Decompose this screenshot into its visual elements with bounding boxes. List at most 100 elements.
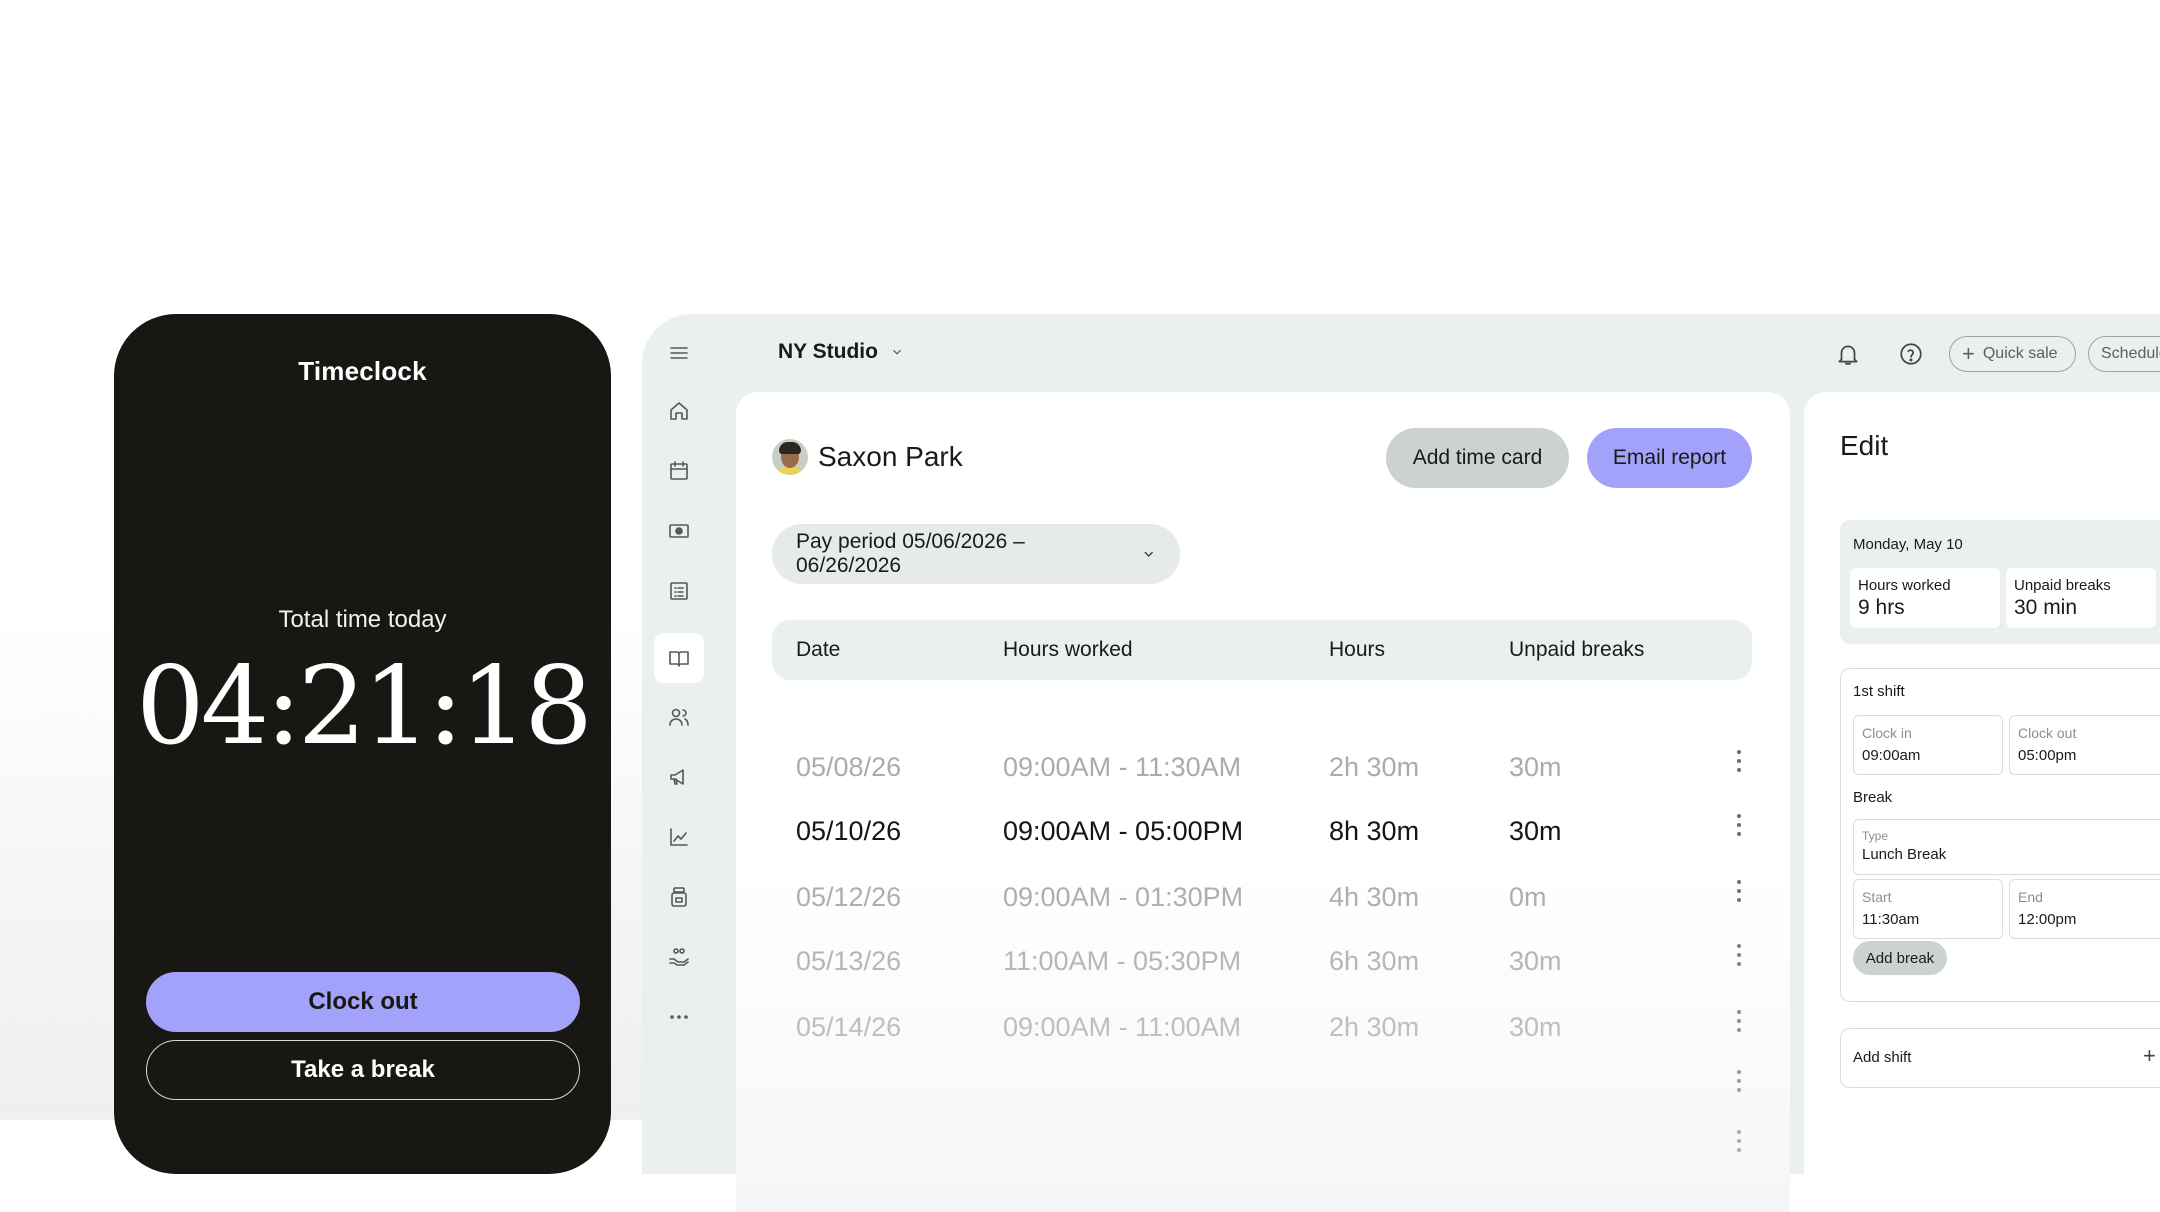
- hand-icon: [669, 948, 689, 966]
- field-value: 12:00pm: [2018, 911, 2077, 928]
- row-menu-icon[interactable]: [1736, 880, 1742, 904]
- timecard-panel: Saxon Park Add time card Email report Pa…: [736, 392, 1790, 1212]
- app-window: NY Studio + Quick sale Schedule Saxon Pa…: [642, 314, 2160, 1212]
- table-row[interactable]: 05/10/26 09:00AM - 05:00PM 8h 30m 30m: [736, 802, 1790, 862]
- home-icon: [670, 402, 688, 420]
- sidebar-item-timecards[interactable]: [654, 633, 704, 683]
- people-icon: [669, 708, 689, 726]
- phone-title: Timeclock: [298, 356, 427, 386]
- stat-label: Hours worked: [1858, 577, 1951, 594]
- location-selector[interactable]: NY Studio: [778, 340, 904, 364]
- sidebar-item-products[interactable]: [654, 872, 704, 922]
- sidebar-item-more[interactable]: [654, 992, 704, 1042]
- book-icon: [669, 651, 689, 667]
- chevron-down-icon: [1143, 551, 1153, 557]
- total-time-label: Total time today: [278, 606, 447, 633]
- field-value: 11:30am: [1862, 911, 1920, 928]
- cell-date: 05/14/26: [796, 1012, 902, 1042]
- sidebar-item-payments[interactable]: [654, 506, 704, 556]
- field-label: Type: [1862, 829, 1889, 843]
- email-report-button[interactable]: Email report: [1587, 428, 1752, 488]
- cell-unpaid-breaks: 30m: [1509, 752, 1562, 782]
- field-label: Clock in: [1862, 725, 1912, 741]
- row-menu-icon[interactable]: [1736, 944, 1742, 968]
- column-hours: Hours: [1329, 638, 1386, 661]
- break-label: Break: [1853, 789, 1893, 806]
- day-summary: Monday, May 10 Hours worked 9 hrs Unpaid…: [1840, 520, 2160, 644]
- field-label: End: [2018, 889, 2043, 905]
- row-menu-icon[interactable]: [1736, 814, 1742, 838]
- money-icon: [669, 524, 689, 538]
- stat-value: 9 hrs: [1858, 596, 1905, 619]
- cell-date: 05/13/26: [796, 946, 902, 976]
- sidebar-item-list[interactable]: [654, 566, 704, 616]
- break-start-field[interactable]: Start 11:30am: [1853, 879, 2003, 939]
- sidebar-item-people[interactable]: [654, 692, 704, 742]
- sidebar-item-calendar[interactable]: [654, 446, 704, 496]
- table-row[interactable]: 05/14/26 09:00AM - 11:00AM 2h 30m 30m: [736, 998, 1790, 1058]
- clock-out-field[interactable]: Clock out 05:00pm: [2009, 715, 2160, 775]
- clock-in-field[interactable]: Clock in 09:00am: [1853, 715, 2003, 775]
- row-menu-icon[interactable]: [1736, 1010, 1742, 1034]
- more-icon: [670, 1015, 688, 1019]
- help-button[interactable]: [1895, 338, 1927, 370]
- break-end-field[interactable]: End 12:00pm: [2009, 879, 2160, 939]
- cell-hours-worked: 09:00AM - 01:30PM: [1003, 882, 1244, 912]
- pay-period-label: Pay period 05/06/2026 – 06/26/2026: [796, 530, 1025, 577]
- add-time-card-button[interactable]: Add time card: [1386, 428, 1569, 488]
- pay-period-dropdown[interactable]: Pay period 05/06/2026 – 06/26/2026: [772, 524, 1180, 584]
- cell-date: 05/12/26: [796, 882, 902, 912]
- sidebar-item-clients[interactable]: [654, 932, 704, 982]
- row-menu-icon[interactable]: [1736, 1130, 1742, 1154]
- cell-hours: 8h 30m: [1329, 816, 1420, 846]
- cell-hours: 6h 30m: [1329, 946, 1420, 976]
- timeclock-phone: Timeclock Total time today 04:21:18 Cloc…: [114, 314, 611, 1174]
- add-break-button[interactable]: Add break: [1853, 941, 1947, 975]
- sidebar-item-marketing[interactable]: [654, 752, 704, 802]
- cell-hours-worked: 11:00AM - 05:30PM: [1003, 946, 1242, 976]
- table-row-empty[interactable]: [736, 1118, 1790, 1178]
- break-type-field[interactable]: Type Lunch Break: [1853, 819, 2160, 875]
- add-shift-button[interactable]: Add shift +: [1840, 1028, 2160, 1088]
- quick-sale-button[interactable]: + Quick sale: [1949, 336, 2076, 372]
- row-menu-icon[interactable]: [1736, 750, 1742, 774]
- table-row[interactable]: 05/08/26 09:00AM - 11:30AM 2h 30m 30m: [736, 738, 1790, 798]
- field-label: Start: [1862, 889, 1892, 905]
- notifications-button[interactable]: [1832, 338, 1864, 370]
- calendar-icon: [670, 461, 688, 480]
- employee-name: Saxon Park: [818, 441, 963, 472]
- schedule-button[interactable]: Schedule: [2088, 336, 2160, 372]
- stat-value: 30 min: [2014, 596, 2078, 619]
- timer-display: 04:21:18: [135, 644, 593, 769]
- schedule-label: Schedule: [2101, 345, 2160, 362]
- bell-icon: [1838, 345, 1858, 365]
- unpaid-breaks-stat: Unpaid breaks 30 min: [2006, 568, 2156, 628]
- take-break-button[interactable]: Take a break: [146, 1040, 580, 1100]
- employee-header: Saxon Park: [772, 439, 963, 475]
- plus-icon: +: [1962, 341, 1975, 366]
- table-row[interactable]: 05/13/26 11:00AM - 05:30PM 6h 30m 30m: [736, 932, 1790, 992]
- avatar: [772, 439, 808, 475]
- add-shift-label: Add shift: [1853, 1049, 1912, 1066]
- cell-hours-worked: 09:00AM - 11:30AM: [1003, 752, 1242, 782]
- product-icon: [671, 887, 687, 907]
- field-label: Clock out: [2018, 725, 2077, 741]
- cell-hours: 4h 30m: [1329, 882, 1420, 912]
- table-row[interactable]: 05/12/26 09:00AM - 01:30PM 4h 30m 0m: [736, 868, 1790, 928]
- clock-out-button[interactable]: Clock out: [146, 972, 580, 1032]
- megaphone-icon: [670, 769, 684, 785]
- sidebar-item-home[interactable]: [654, 386, 704, 436]
- sidebar-item-reports[interactable]: [654, 812, 704, 862]
- cell-hours-worked: 09:00AM - 05:00PM: [1003, 816, 1244, 846]
- column-date: Date: [796, 638, 841, 661]
- menu-icon[interactable]: [654, 328, 704, 378]
- field-value: 05:00pm: [2018, 747, 2077, 764]
- stat-label: Unpaid breaks: [2014, 577, 2111, 594]
- field-value: 09:00am: [1862, 747, 1921, 764]
- table-header: Date Hours worked Hours Unpaid breaks: [772, 620, 1752, 680]
- chart-icon: [670, 828, 688, 846]
- shift-label: 1st shift: [1853, 683, 1905, 700]
- cell-unpaid-breaks: 30m: [1509, 1012, 1562, 1042]
- row-menu-icon[interactable]: [1736, 1070, 1742, 1094]
- table-row-empty[interactable]: [736, 1058, 1790, 1118]
